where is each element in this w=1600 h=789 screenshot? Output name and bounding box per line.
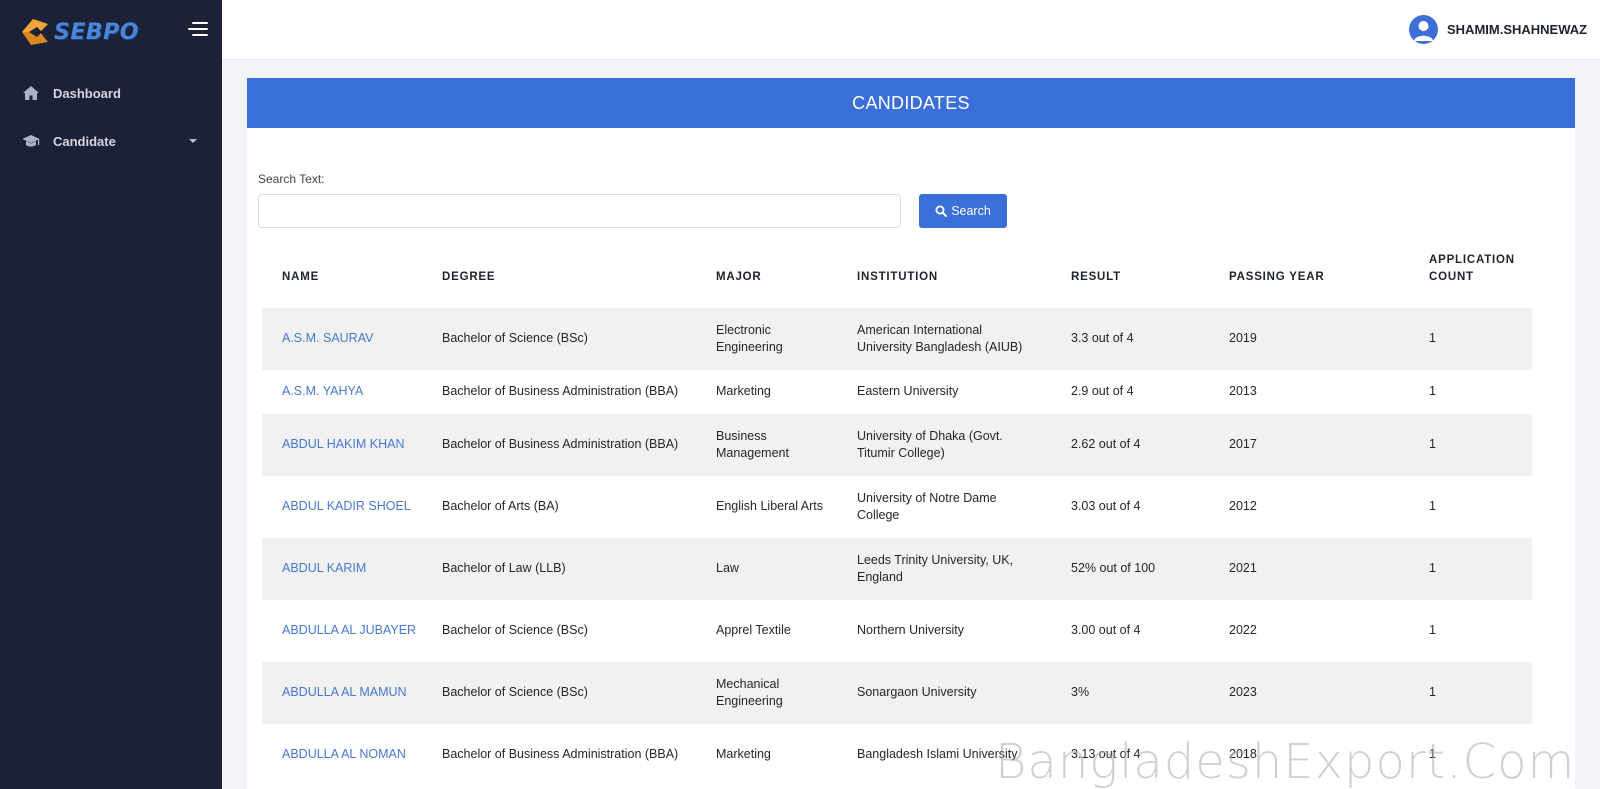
cell-result: 52% out of 100 [1071, 561, 1156, 576]
candidate-name-link[interactable]: ABDUL KADIR SHOEL [282, 476, 422, 538]
cell-degree: Bachelor of Business Administration (BBA… [442, 437, 679, 452]
cell-degree: Bachelor of Arts (BA) [442, 499, 559, 514]
candidate-name-link[interactable]: ABDUL HAKIM KHAN [282, 414, 422, 476]
cell-institution: Leeds Trinity University, UK, England [857, 552, 1014, 585]
column-header-passing-year[interactable]: PASSING YEAR [1229, 269, 1349, 286]
home-icon [23, 86, 39, 100]
search-button-label: Search [951, 204, 991, 218]
page-title: CANDIDATES [852, 92, 970, 113]
table-row: A.S.M. SAURAV Bachelor of Science (BSc) El… [262, 308, 1532, 370]
cell-result: 3% [1071, 685, 1090, 700]
cell-passing-year: 2021 [1229, 561, 1257, 576]
candidate-name-link[interactable]: ABDULLA AL MAMUN [282, 662, 422, 724]
cell-major: Apprel Textile [716, 623, 791, 638]
cell-result: 3.03 out of 4 [1071, 499, 1141, 514]
table-row: ABDULLA AL NOMAN Bachelor of Business Adm… [262, 724, 1532, 786]
candidate-name-link[interactable]: ABDULLA AL NOMAN [282, 724, 422, 786]
cell-passing-year: 2023 [1229, 685, 1257, 700]
candidates-card: CANDIDATES Search Text: Search NAME DEGR… [247, 78, 1575, 789]
candidate-name-link[interactable]: ABDULLA AL JUBAYER [282, 600, 422, 662]
sidebar-item-dashboard[interactable]: Dashboard [0, 73, 222, 113]
cell-application-count: 1 [1429, 384, 1436, 399]
cell-major: Mechanical Engineering [716, 676, 783, 709]
cell-passing-year: 2017 [1229, 437, 1257, 452]
column-header-institution[interactable]: INSTITUTION [857, 269, 1032, 286]
cell-institution: University of Dhaka (Govt. Titumir Colle… [857, 428, 1003, 461]
sidebar-item-label: Dashboard [53, 85, 121, 101]
cell-passing-year: 2013 [1229, 384, 1257, 399]
cell-result: 3.13 out of 4 [1071, 747, 1141, 762]
table-body: A.S.M. SAURAV Bachelor of Science (BSc) El… [262, 308, 1532, 786]
cell-result: 2.9 out of 4 [1071, 384, 1134, 399]
cell-result: 2.62 out of 4 [1071, 437, 1141, 452]
cell-major: Marketing [716, 384, 771, 399]
column-header-major[interactable]: MAJOR [716, 269, 836, 286]
cell-major: English Liberal Arts [716, 499, 824, 514]
cell-institution: Northern University [857, 623, 964, 638]
cell-degree: Bachelor of Business Administration (BBA… [442, 384, 679, 399]
search-label: Search Text: [258, 172, 325, 186]
cell-major: Electronic Engineering [716, 322, 783, 355]
cell-application-count: 1 [1429, 437, 1436, 452]
username[interactable]: SHAMIM.SHAHNEWAZ [1447, 22, 1587, 37]
cell-degree: Bachelor of Science (BSc) [442, 685, 588, 700]
search-input[interactable] [258, 194, 901, 228]
cell-application-count: 1 [1429, 623, 1436, 638]
table-header: NAME DEGREE MAJOR INSTITUTION RESULT PAS… [262, 246, 1532, 308]
card-header: CANDIDATES [247, 78, 1575, 128]
table-row: ABDUL KADIR SHOEL Bachelor of Arts (BA) En… [262, 476, 1532, 538]
cell-passing-year: 2019 [1229, 331, 1257, 346]
cell-degree: Bachelor of Science (BSc) [442, 331, 588, 346]
cell-institution: Sonargaon University [857, 685, 977, 700]
search-icon [935, 205, 948, 217]
cell-application-count: 1 [1429, 685, 1436, 700]
cell-application-count: 1 [1429, 331, 1436, 346]
sidebar-item-label: Candidate [53, 133, 116, 149]
logo[interactable]: SEBPO [18, 14, 139, 50]
logo-mark-icon [22, 19, 48, 45]
menu-toggle-icon[interactable] [188, 22, 208, 38]
cell-application-count: 1 [1429, 561, 1436, 576]
table-row: ABDULLA AL MAMUN Bachelor of Science (BSc… [262, 662, 1532, 724]
cell-passing-year: 2012 [1229, 499, 1257, 514]
cell-major: Law [716, 561, 739, 576]
cell-result: 3.00 out of 4 [1071, 623, 1141, 638]
candidate-name-link[interactable]: A.S.M. SAURAV [282, 308, 422, 370]
logo-text: SEBPO [54, 19, 139, 45]
cell-degree: Bachelor of Business Administration (BBA… [442, 747, 679, 762]
column-header-degree[interactable]: DEGREE [442, 269, 707, 286]
table-row: ABDUL HAKIM KHAN Bachelor of Business Adm… [262, 414, 1532, 476]
sidebar: SEBPO Dashboard Candidate [0, 0, 222, 789]
cell-passing-year: 2018 [1229, 747, 1257, 762]
cell-result: 3.3 out of 4 [1071, 331, 1134, 346]
cell-degree: Bachelor of Science (BSc) [442, 623, 588, 638]
column-header-result[interactable]: RESULT [1071, 269, 1201, 286]
cell-institution: Bangladesh Islami University [857, 747, 1018, 762]
top-bar [222, 0, 1600, 60]
cell-major: Marketing [716, 747, 771, 762]
search-button[interactable]: Search [919, 194, 1007, 228]
table-row: ABDULLA AL JUBAYER Bachelor of Science (B… [262, 600, 1532, 662]
cell-institution: American International University Bangla… [857, 322, 1023, 355]
cell-major: Business Management [716, 428, 789, 461]
graduation-cap-icon [22, 135, 40, 147]
user-avatar-icon[interactable] [1409, 15, 1438, 44]
candidate-name-link[interactable]: A.S.M. YAHYA [282, 370, 422, 414]
table-row: A.S.M. YAHYA Bachelor of Business Adminis… [262, 370, 1532, 414]
chevron-down-icon[interactable] [189, 139, 197, 143]
table-row: ABDUL KARIM Bachelor of Law (LLB) Law Leeds… [262, 538, 1532, 600]
cell-application-count: 1 [1429, 499, 1436, 514]
column-header-name[interactable]: NAME [282, 269, 422, 286]
cell-institution: Eastern University [857, 384, 959, 399]
candidate-name-link[interactable]: ABDUL KARIM [282, 538, 422, 600]
cell-application-count: 1 [1429, 747, 1436, 762]
cell-institution: University of Notre Dame College [857, 490, 997, 523]
cell-degree: Bachelor of Law (LLB) [442, 561, 566, 576]
cell-passing-year: 2022 [1229, 623, 1257, 638]
candidates-table: NAME DEGREE MAJOR INSTITUTION RESULT PAS… [262, 246, 1532, 786]
column-header-application-count[interactable]: APPLICATION COUNT [1429, 252, 1529, 286]
sidebar-item-candidate[interactable]: Candidate [0, 121, 222, 161]
